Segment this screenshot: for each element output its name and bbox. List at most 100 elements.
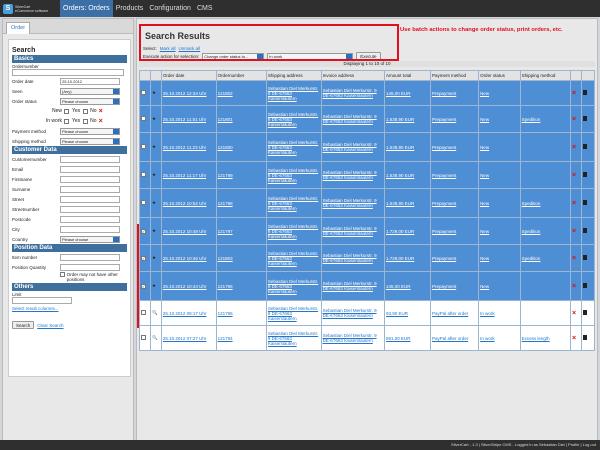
shipping-method-select[interactable]: Please choose — [60, 137, 120, 145]
new-clear-icon[interactable]: × — [99, 108, 103, 115]
inwork-no-radio[interactable] — [83, 118, 89, 124]
row-select-cell[interactable] — [139, 325, 151, 351]
row-select-cell[interactable] — [139, 80, 151, 106]
table-row[interactable]: ✓ ★ 25.10.2012 10:44 Uhr 121796 Sebastian Di… — [139, 271, 596, 301]
firstname-input[interactable] — [60, 175, 120, 183]
row-view-cell[interactable]: ★ — [149, 132, 162, 162]
shipping-method[interactable]: Spedition — [522, 201, 541, 206]
shipping-address[interactable]: Sebastian Diel Merkurstr. 9 DE-67663 Kai… — [268, 251, 318, 266]
row-checkbox[interactable] — [141, 116, 146, 121]
row-select-cell[interactable] — [139, 132, 151, 162]
magnifier-icon[interactable]: 🔍 — [152, 335, 158, 340]
print-icon[interactable] — [582, 335, 587, 340]
table-row[interactable]: ★ 25.10.2012 12:34 Uhr 121802 Sebastian Die… — [139, 80, 596, 106]
order-date[interactable]: 25.10.2012 12:34 Uhr — [163, 91, 207, 96]
magnifier-icon[interactable]: ★ — [152, 283, 156, 288]
limit-input[interactable] — [12, 297, 72, 304]
delete-icon[interactable]: × — [572, 172, 576, 179]
column-header[interactable] — [580, 70, 596, 81]
shipping-address[interactable]: Sebastian Diel Merkurstr. 9 DE-67663 Kai… — [268, 224, 318, 239]
column-header[interactable]: Order date — [160, 70, 217, 81]
order-date-input[interactable]: 25.10.2012 — [60, 77, 120, 85]
payment-method[interactable]: PayPal after order — [432, 311, 468, 316]
shipping-address[interactable]: Sebastian Diel Merkurstr. 9 DE-67663 Kai… — [268, 196, 318, 211]
inwork-clear-icon[interactable]: × — [99, 118, 103, 125]
magnifier-icon[interactable]: ★ — [152, 116, 156, 121]
print-icon[interactable] — [582, 144, 587, 149]
row-checkbox[interactable] — [141, 335, 146, 340]
amount-total[interactable]: 1.538,90 EUR — [386, 145, 414, 150]
row-checkbox[interactable]: ✓ — [141, 228, 146, 234]
amount-total[interactable]: 1.729,00 EUR — [386, 256, 414, 261]
amount-total[interactable]: 1.538,90 EUR — [386, 117, 414, 122]
delete-icon[interactable]: × — [572, 310, 576, 317]
order-number[interactable]: 121800 — [218, 145, 233, 150]
new-no-radio[interactable] — [83, 108, 89, 114]
table-row[interactable]: ★ 25.10.2012 11:23 Uhr 121800 Sebastian Die… — [139, 132, 596, 162]
order-date[interactable]: 25.10.2012 09:17 Uhr — [163, 311, 207, 316]
inwork-yes-radio[interactable] — [64, 118, 69, 124]
table-row[interactable]: ✓ ★ 25.10.2012 10:46 Uhr 121803 Sebastian Di… — [139, 244, 596, 272]
order-status[interactable]: New — [480, 201, 489, 206]
column-header[interactable] — [139, 70, 151, 81]
item-number-input[interactable] — [60, 253, 120, 261]
row-checkbox[interactable]: ✓ — [141, 283, 146, 289]
order-number[interactable]: 121797 — [218, 229, 233, 234]
row-view-cell[interactable]: 🔍 — [149, 300, 162, 326]
print-icon[interactable] — [582, 116, 587, 121]
ordernumber-input[interactable] — [12, 69, 124, 76]
print-icon[interactable] — [582, 90, 587, 95]
row-select-cell[interactable] — [139, 300, 151, 326]
tab-order[interactable]: Order — [6, 22, 31, 34]
amount-total[interactable]: 891,00 EUR — [386, 336, 411, 341]
invoice-address[interactable]: Sebastian Diel Merkurstr. 9 DE-67663 Kai… — [323, 281, 377, 291]
order-number[interactable]: 121796 — [218, 284, 233, 289]
column-header[interactable] — [569, 70, 582, 81]
shipping-method[interactable]: Spedition — [522, 256, 541, 261]
order-status[interactable]: New — [480, 173, 489, 178]
order-status[interactable]: New — [480, 229, 489, 234]
table-row[interactable]: ★ 25.10.2012 11:17 Uhr 121799 Sebastian Die… — [139, 161, 596, 189]
payment-method[interactable]: Prepayment — [432, 256, 456, 261]
column-header[interactable] — [149, 70, 162, 81]
position-quantity-input[interactable] — [60, 263, 120, 271]
invoice-address[interactable]: Sebastian Diel Merkurstr. 9 DE-67663 Kai… — [323, 88, 377, 98]
invoice-address[interactable]: Sebastian Diel Merkurstr. 9 DE-67663 Kai… — [323, 253, 377, 263]
row-select-cell[interactable] — [139, 161, 151, 189]
delete-icon[interactable]: × — [572, 144, 576, 151]
delete-icon[interactable]: × — [572, 255, 576, 262]
clear-search-link[interactable]: Clear Search — [37, 323, 63, 328]
amount-total[interactable]: 145,00 EUR — [386, 91, 411, 96]
row-select-cell[interactable]: ✓ — [139, 217, 151, 245]
table-row[interactable]: 🔍 25.10.2012 09:17 Uhr 121795 Sebastian Die… — [139, 300, 596, 326]
row-view-cell[interactable]: ★ — [149, 244, 162, 272]
print-icon[interactable] — [582, 310, 587, 315]
row-view-cell[interactable]: ★ — [149, 217, 162, 245]
payment-method[interactable]: Prepayment — [432, 117, 456, 122]
column-header[interactable]: Ordernumber — [215, 70, 267, 81]
delete-icon[interactable]: × — [572, 90, 576, 97]
row-view-cell[interactable]: ★ — [149, 271, 162, 301]
print-icon[interactable] — [582, 200, 587, 205]
invoice-address[interactable]: Sebastian Diel Merkurstr. 9 DE-67663 Kai… — [323, 198, 377, 208]
shipping-address[interactable]: Sebastian Diel Merkurstr. 9 DE-67663 Kai… — [268, 331, 318, 346]
payment-method[interactable]: Prepayment — [432, 145, 456, 150]
seen-select[interactable]: (Any) — [60, 87, 120, 95]
magnifier-icon[interactable]: 🔍 — [152, 310, 158, 315]
street-input[interactable] — [60, 195, 120, 203]
email-input[interactable] — [60, 165, 120, 173]
print-icon[interactable] — [582, 283, 587, 288]
order-date[interactable]: 25.10.2012 11:51 Uhr — [163, 117, 206, 122]
row-select-cell[interactable]: ✓ — [139, 244, 151, 272]
new-yes-radio[interactable] — [64, 108, 69, 114]
delete-icon[interactable]: × — [572, 200, 576, 207]
table-row[interactable]: ✓ ★ 25.10.2012 10:48 Uhr 121797 Sebastian Di… — [139, 217, 596, 245]
search-button[interactable]: Search — [12, 321, 35, 329]
delete-icon[interactable]: × — [572, 335, 576, 342]
order-status[interactable]: New — [480, 117, 489, 122]
column-header[interactable]: Invoice address — [320, 70, 386, 81]
row-checkbox[interactable] — [141, 200, 146, 205]
row-select-cell[interactable]: ✓ — [139, 271, 151, 301]
postcode-input[interactable] — [60, 215, 120, 223]
delete-icon[interactable]: × — [572, 228, 576, 235]
